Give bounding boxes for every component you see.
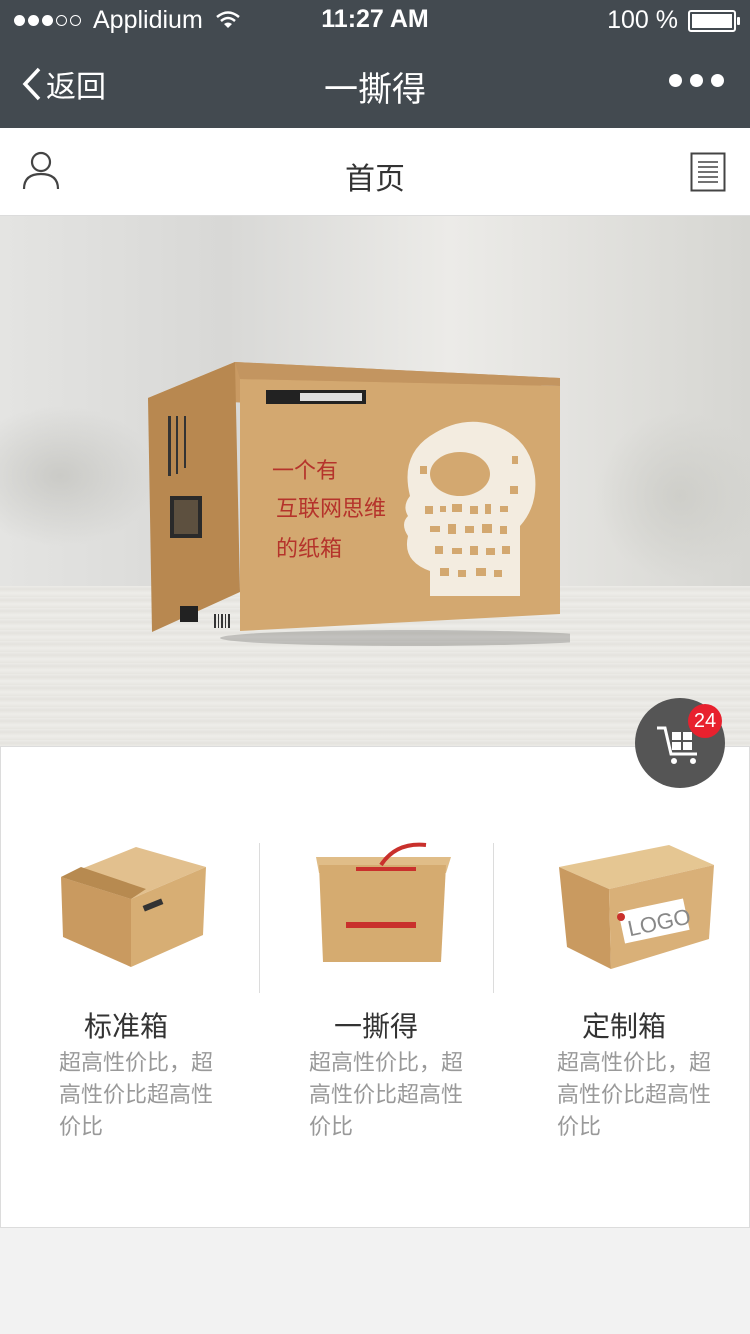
box-slogan-line-2: 互联网思维 bbox=[276, 497, 386, 522]
divider bbox=[493, 843, 494, 993]
product-section: 标准箱 超高性价比，超高性价比超高性价比 一撕得 超高性价比，超高性价比超高性价… bbox=[0, 746, 750, 1228]
cardboard-box-image: 一个有 互联网思维 的纸箱 bbox=[148, 362, 570, 646]
box-slogan-line-1: 一个有 bbox=[272, 459, 338, 484]
nav-title: 一撕得 bbox=[324, 71, 426, 109]
box-slogan-line-3: 的纸箱 bbox=[276, 537, 342, 562]
status-bar: Applidium 11:27 AM 100 % bbox=[0, 0, 750, 40]
product-name: 定制箱 bbox=[581, 1011, 666, 1042]
page-title: 首页 bbox=[345, 163, 405, 196]
battery-percent: 100 % bbox=[607, 6, 678, 34]
product-name: 标准箱 bbox=[83, 1011, 168, 1042]
battery-icon bbox=[688, 9, 740, 32]
cart-count-badge: 24 bbox=[688, 704, 722, 738]
more-icon[interactable] bbox=[669, 74, 724, 87]
status-right: 100 % bbox=[607, 6, 740, 35]
page-header: 首页 bbox=[0, 128, 750, 216]
product-desc: 超高性价比，超高性价比超高性价比 bbox=[557, 1050, 712, 1139]
product-desc: 超高性价比，超高性价比超高性价比 bbox=[59, 1050, 214, 1139]
nav-bar: 返回 一撕得 bbox=[0, 40, 750, 128]
list-icon[interactable] bbox=[690, 152, 726, 192]
product-yisi-box[interactable]: 一撕得 超高性价比，超高性价比超高性价比 bbox=[251, 747, 501, 1227]
standard-box-image bbox=[61, 847, 206, 967]
custom-box-image: LOGO bbox=[559, 845, 714, 969]
product-custom-box[interactable]: LOGO 定制箱 超高性价比，超高性价比超高性价比 bbox=[499, 747, 749, 1227]
hero-banner[interactable]: 一个有 互联网思维 的纸箱 bbox=[0, 216, 750, 746]
product-desc: 超高性价比，超高性价比超高性价比 bbox=[309, 1050, 464, 1139]
product-name: 一撕得 bbox=[333, 1011, 418, 1042]
product-standard-box[interactable]: 标准箱 超高性价比，超高性价比超高性价比 bbox=[1, 747, 251, 1227]
tear-strip-box-image bbox=[316, 842, 451, 962]
